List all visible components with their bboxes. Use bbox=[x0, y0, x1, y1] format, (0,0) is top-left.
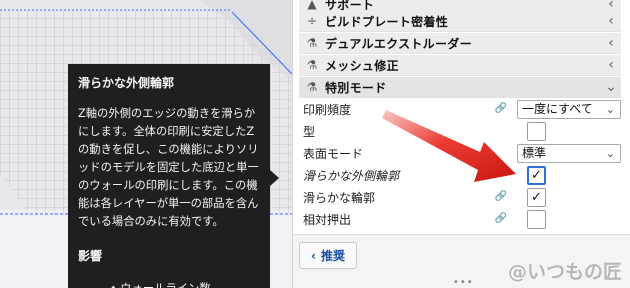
dual-extrusion-icon: ⚗ bbox=[306, 36, 318, 50]
setting-label: 相対押出 bbox=[303, 213, 352, 227]
adhesion-icon: ÷ bbox=[306, 14, 318, 28]
relative-extrusion-checkbox[interactable] bbox=[527, 210, 546, 229]
chevron-left-icon: ‹ bbox=[608, 35, 614, 51]
category-label: ビルドプレート密着性 bbox=[325, 14, 449, 29]
category-label: デュアルエクストルーダー bbox=[325, 36, 472, 51]
category-build-plate-adhesion[interactable]: ÷ ビルドプレート密着性 ‹ bbox=[299, 11, 621, 32]
select-value: 一度にすべて bbox=[522, 102, 593, 116]
tooltip-title: 滑らかな外側輪郭 bbox=[78, 76, 175, 90]
setting-relative-extrusion: 相対押出 🔗 bbox=[303, 209, 621, 230]
smooth-outer-contour-checkbox[interactable]: ✓ bbox=[527, 166, 546, 185]
chevron-left-icon: ‹ bbox=[608, 57, 614, 73]
print-sequence-select[interactable]: 一度にすべて ⌄ bbox=[517, 100, 621, 119]
setting-smooth-contour: 滑らかな輪郭 🔗 ✓ bbox=[303, 187, 621, 208]
setting-tooltip: 滑らかな外側輪郭 Z軸の外側のエッジの動きを滑らかにします。全体の印刷に安定した… bbox=[68, 64, 270, 288]
special-modes-icon: ⚗ bbox=[306, 80, 318, 94]
recommended-button[interactable]: ‹ 推奨 bbox=[299, 242, 357, 269]
watermark: @いつもの匠 bbox=[507, 261, 622, 283]
category-dual-extrusion[interactable]: ⚗ デュアルエクストルーダー ‹ bbox=[299, 33, 621, 54]
chevron-left-icon: ‹ bbox=[608, 13, 614, 29]
recommended-label: 推奨 bbox=[320, 249, 345, 263]
link-icon: 🔗 bbox=[494, 191, 508, 202]
category-mesh-fixes[interactable]: ⚗ メッシュ修正 ‹ bbox=[299, 55, 621, 76]
tooltip-affects-heading: 影響 bbox=[78, 249, 103, 263]
red-arrow-annotation bbox=[382, 110, 516, 182]
support-icon: ▲ bbox=[307, 0, 317, 11]
surface-mode-select[interactable]: 標準 ⌄ bbox=[517, 144, 621, 163]
select-value: 標準 bbox=[522, 146, 547, 160]
chevron-down-icon: ⌄ bbox=[605, 79, 617, 95]
category-label: メッシュ修正 bbox=[325, 58, 399, 73]
chevron-left-icon: ‹ bbox=[311, 248, 316, 263]
category-label: 特別モード bbox=[325, 80, 387, 95]
link-icon: 🔗 bbox=[494, 213, 508, 224]
mold-checkbox[interactable] bbox=[527, 122, 546, 141]
resize-grip[interactable]: ••• bbox=[453, 277, 474, 288]
chevron-down-icon: ⌄ bbox=[605, 103, 615, 116]
category-special-modes[interactable]: ⚗ 特別モード ⌄ bbox=[299, 77, 621, 98]
tooltip-affects-item: • ウォールライン数 bbox=[78, 280, 260, 288]
setting-label: 滑らかな輪郭 bbox=[303, 191, 376, 205]
tooltip-pointer bbox=[270, 170, 279, 186]
tooltip-description: Z軸の外側のエッジの動きを滑らかにします。全体の印刷に安定したZの動きを促し、こ… bbox=[78, 107, 259, 228]
smooth-contour-checkbox[interactable]: ✓ bbox=[527, 188, 546, 207]
chevron-down-icon: ⌄ bbox=[605, 147, 615, 160]
mesh-fix-icon: ⚗ bbox=[306, 58, 318, 72]
